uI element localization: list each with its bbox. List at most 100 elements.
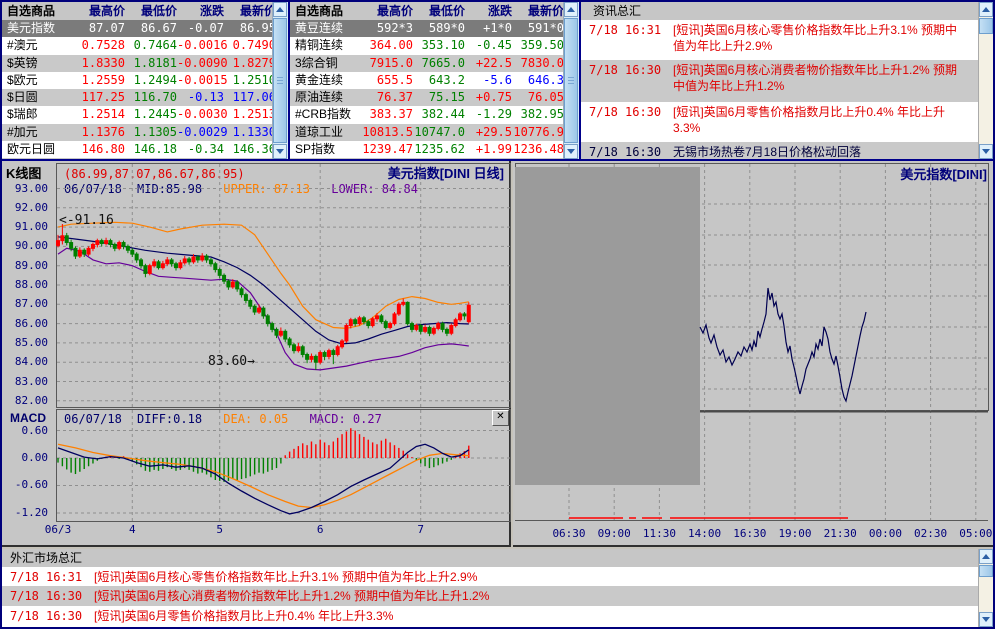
- quote-value: 10813.5: [362, 124, 413, 139]
- news-date: 7/18: [10, 608, 39, 623]
- quote-value: 7665.0: [421, 55, 465, 70]
- quote-value: 591*0: [527, 21, 564, 35]
- table-row[interactable]: 美元指数 87.07 86.67 -0.07 86.95: [2, 20, 288, 38]
- news-scrollbar[interactable]: [978, 549, 993, 627]
- quote-value: -5.6: [483, 72, 512, 87]
- kline-chart-panel[interactable]: K线图 美元指数[DINI 日线] (86.99,87.07,86.67,86.…: [2, 161, 511, 547]
- column-header[interactable]: 涨跌: [177, 2, 224, 20]
- scroll-thumb[interactable]: [979, 18, 993, 34]
- news-item[interactable]: 7/18 16:31 [短讯]英国6月核心零售价格指数年比上升3.1% 预期中值为年…: [2, 567, 979, 587]
- instrument-name: 黄豆连续: [295, 21, 344, 35]
- quote-value: 359.50: [520, 38, 564, 53]
- column-header[interactable]: 涨跌: [465, 2, 512, 20]
- news-item[interactable]: 7/18 16:30 [短讯]英国6月核心消费者物价指数年比上升1.2% 预期中值为…: [2, 586, 979, 606]
- table-row[interactable]: $瑞郎 1.2514 1.2445 -0.0030 1.2513: [2, 106, 288, 124]
- news-item[interactable]: 7/18 16:30 无锡市场热卷7月18日价格松动回落: [581, 142, 979, 160]
- trading-terminal-window: 自选商品 最高价 最低价 涨跌 最新价 美元指数 87.07 86.67 -0.07 86.95…: [0, 0, 995, 629]
- scroll-down-button[interactable]: [564, 144, 578, 159]
- macd-tick-label: -0.60: [14, 478, 48, 492]
- news-time: 16:30: [46, 589, 83, 604]
- table-row[interactable]: #澳元 0.7528 0.7464 -0.0016 0.7490: [2, 37, 288, 55]
- time-tick-label: 21:30: [823, 527, 857, 540]
- time-tick-label: 09:00: [597, 527, 631, 540]
- table-row[interactable]: 黄豆连续 592*3 589*0 +1*0 591*0: [290, 20, 579, 38]
- column-header[interactable]: 最新价: [224, 2, 276, 20]
- watchlist-header-row: 自选商品 最高价 最低价 涨跌 最新价: [290, 2, 579, 20]
- table-row[interactable]: $英镑 1.8330 1.8181 -0.0090 1.8279: [2, 54, 288, 72]
- column-header[interactable]: 自选商品: [290, 2, 361, 20]
- column-header[interactable]: 最高价: [361, 2, 413, 20]
- quote-value: 1235.62: [414, 141, 465, 156]
- watchlist-scrollbar[interactable]: [272, 2, 288, 159]
- scroll-thumb[interactable]: [979, 565, 993, 577]
- quote-value: 1.8279: [232, 55, 276, 70]
- news-time: 16:30: [625, 105, 662, 119]
- quote-value: 7915.0: [369, 55, 413, 70]
- news-time: 16:30: [625, 145, 662, 159]
- arrow-up-icon: [276, 7, 284, 12]
- scroll-down-button[interactable]: [273, 144, 287, 159]
- table-row[interactable]: SP指数 1239.47 1235.62 +1.99 1236.48: [290, 140, 579, 158]
- table-row[interactable]: 黄金连续 655.5 643.2 -5.6 646.3: [290, 71, 579, 89]
- time-tick-label: 05:00: [959, 527, 993, 540]
- news-summary-panel: 资讯总汇 7/18 16:31 [短讯]英国6月核心零售价格指数年比上升3.1% 预…: [581, 2, 993, 160]
- scroll-down-button[interactable]: [979, 612, 993, 627]
- scroll-thumb[interactable]: [564, 18, 578, 143]
- quote-value: -0.34: [187, 141, 224, 156]
- news-item[interactable]: 7/18 16:30 [短讯]英国6月核心消费者物价指数年比上升1.2% 预期中值为…: [581, 60, 979, 102]
- quote-value: 1.2494: [133, 72, 177, 87]
- news-date: 7/18: [10, 589, 39, 604]
- table-row[interactable]: $欧元 1.2559 1.2494 -0.0015 1.2510: [2, 71, 288, 89]
- arrow-down-icon: [982, 149, 990, 154]
- instrument-name: 欧元日圆: [7, 141, 56, 156]
- table-row[interactable]: 精铜连续 364.00 353.10 -0.45 359.50: [290, 37, 579, 55]
- column-header[interactable]: 自选商品: [2, 2, 73, 20]
- scroll-up-button[interactable]: [979, 2, 993, 17]
- quote-value: 0.7528: [81, 38, 125, 53]
- quote-value: 146.80: [81, 141, 125, 156]
- intraday-chart-canvas[interactable]: [515, 163, 991, 525]
- column-header[interactable]: 最低价: [413, 2, 465, 20]
- news-item[interactable]: 7/18 16:30 [短讯]英国6月零售价格指数月比上升0.4% 年比上升3.3%: [581, 102, 979, 142]
- watchlist-rows: 美元指数 87.07 86.67 -0.07 86.95 #澳元 0.7528 0.7464-…: [2, 20, 288, 158]
- table-row[interactable]: #加元 1.1376 1.1305 -0.0029 1.1330: [2, 123, 288, 141]
- scroll-up-button[interactable]: [979, 549, 993, 564]
- table-row[interactable]: #CRB指数 383.37 382.44 -1.29 382.95: [290, 106, 579, 124]
- instrument-name: $英镑: [7, 55, 38, 70]
- table-row[interactable]: 原油连续 76.37 75.15 +0.75 76.05: [290, 89, 579, 107]
- column-header[interactable]: 最新价: [512, 2, 564, 20]
- quote-value: 1.2445: [133, 107, 177, 122]
- table-row[interactable]: $日圆 117.25 116.70 -0.13 117.06: [2, 89, 288, 107]
- table-row[interactable]: 3综合铜 7915.0 7665.0 +22.5 7830.0: [290, 54, 579, 72]
- scroll-thumb[interactable]: [273, 18, 287, 143]
- column-header[interactable]: 最高价: [73, 2, 125, 20]
- news-item[interactable]: 7/18 16:30 [短讯]英国6月零售价格指数月比上升0.4% 年比上升3.3%: [2, 605, 979, 625]
- kline-chart-canvas[interactable]: [56, 163, 511, 523]
- price-tick-label: 92.00: [14, 200, 48, 214]
- price-tick-label: 93.00: [14, 181, 48, 195]
- scroll-down-button[interactable]: [979, 144, 993, 159]
- quote-value: -0.0016: [177, 38, 228, 53]
- instrument-name: 原油连续: [295, 90, 344, 104]
- scroll-up-button[interactable]: [564, 2, 578, 17]
- date-tick-label: 7: [417, 523, 425, 536]
- quote-value: 364.00: [369, 38, 413, 53]
- news-time: 16:31: [46, 570, 83, 584]
- quote-value: 383.37: [369, 107, 413, 122]
- watchlist-scrollbar[interactable]: [563, 2, 579, 159]
- watchlist-commodity-panel: 自选商品 最高价 最低价 涨跌 最新价 黄豆连续 592*3 589*0 +1*0 591*0 精…: [290, 2, 579, 159]
- intraday-chart-panel[interactable]: 美元指数[DINI] 06:30 09:00 11:30 14:00 16:30 19:0…: [513, 161, 993, 547]
- news-scrollbar[interactable]: [978, 2, 993, 159]
- news-item[interactable]: 7/18 16:31 [短讯]英国6月核心零售价格指数年比上升3.1% 预期中值为年…: [581, 20, 979, 60]
- table-row[interactable]: 欧元日圆 146.80 146.18 -0.34 146.36: [2, 140, 288, 158]
- news-text: [短讯]英国6月核心消费者物价指数年比上升1.2% 预期中值为年比上升1.2%: [673, 63, 958, 93]
- scroll-up-button[interactable]: [273, 2, 287, 17]
- news-time: 16:30: [46, 608, 83, 623]
- price-annotation: 83.60→: [208, 354, 255, 369]
- arrow-down-icon: [982, 617, 990, 622]
- column-header[interactable]: 最低价: [125, 2, 177, 20]
- news-text: [短讯]英国6月零售价格指数月比上升0.4% 年比上升3.3%: [673, 105, 946, 135]
- table-row[interactable]: 道琼工业 10813.5 10747.0 +29.5 10776.9: [290, 123, 579, 141]
- quote-value: 1.2559: [81, 72, 125, 87]
- date-tick-label: 06/3: [44, 523, 72, 536]
